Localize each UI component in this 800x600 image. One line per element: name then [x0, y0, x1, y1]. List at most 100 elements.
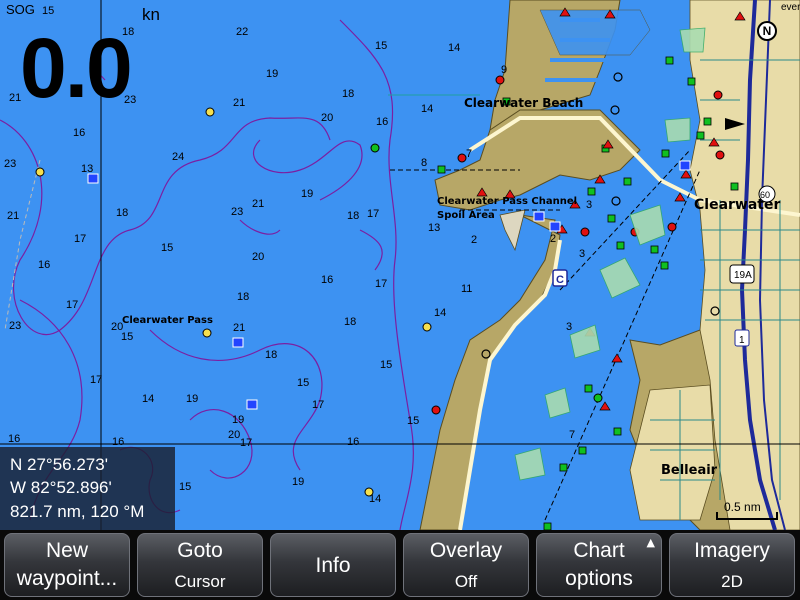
depth-sounding: 7: [569, 429, 575, 441]
depth-sounding: 17: [375, 278, 387, 290]
depth-sounding: 24: [172, 151, 184, 163]
overlay-line2: Off: [454, 572, 478, 591]
chart-options-button[interactable]: ▲ Chart options: [536, 533, 662, 597]
depth-sounding: 18: [116, 207, 128, 219]
imagery-line1: Imagery: [694, 539, 770, 562]
sog-unit: kn: [142, 5, 160, 24]
depth-sounding: 19: [292, 476, 304, 488]
new-waypoint-line1: New: [45, 539, 88, 562]
depth-sounding: 17: [66, 299, 78, 311]
cursor-position-panel: N 27°56.273' W 82°52.896' 821.7 nm, 120 …: [0, 447, 175, 530]
depth-sounding: 16: [376, 116, 388, 128]
depth-sounding: 9: [501, 64, 507, 76]
depth-sounding: 21: [233, 322, 245, 334]
depth-sounding: 20: [252, 251, 264, 263]
depth-sounding: 17: [367, 208, 379, 220]
road-shield-1: 1: [734, 329, 750, 347]
depth-sounding: 15: [407, 415, 419, 427]
depth-sounding: 16: [8, 433, 20, 445]
depth-sounding: 2: [471, 234, 477, 246]
depth-sounding: 16: [321, 274, 333, 286]
sog-label: SOG: [6, 2, 35, 17]
label-belleair: Belleair: [661, 463, 718, 478]
depth-sounding: 2: [550, 233, 556, 245]
marker-c: C: [552, 269, 568, 287]
depth-sounding: 16: [347, 436, 359, 448]
depth-sounding: 23: [9, 320, 21, 332]
soft-key-bar: New waypoint... Goto Cursor Info Overlay…: [0, 530, 800, 600]
depth-sounding: 3: [586, 199, 592, 211]
svg-text:C: C: [556, 274, 564, 286]
depth-sounding: 18: [347, 210, 359, 222]
depth-sounding: 17: [312, 399, 324, 411]
svg-text:1: 1: [739, 335, 745, 346]
sog-readout: SOG kn 0.0: [0, 0, 175, 115]
depth-sounding: 17: [74, 233, 86, 245]
chart-screen: 15 18 22 15 14 21 23 19 18 14 16 21 20 16 23 24 8 13 18 19 2…: [0, 0, 800, 600]
depth-sounding: 16: [38, 259, 50, 271]
depth-sounding: 14: [142, 393, 154, 405]
svg-text:19A: 19A: [734, 270, 752, 281]
depth-sounding: 20: [228, 429, 240, 441]
info-line1: Info: [315, 554, 351, 577]
scale-bar: 0.5 nm: [716, 500, 778, 522]
overlay-line1: Overlay: [429, 539, 503, 562]
depth-sounding: 14: [448, 42, 460, 54]
depth-sounding: 11: [461, 283, 472, 295]
depth-sounding: 21: [7, 210, 19, 222]
depth-sounding: 15: [161, 242, 173, 254]
depth-sounding: 13: [428, 222, 440, 234]
depth-sounding: 8: [421, 157, 427, 169]
new-waypoint-button[interactable]: New waypoint...: [4, 533, 130, 597]
goto-line1: Goto: [177, 539, 223, 562]
imagery-button[interactable]: Imagery 2D: [669, 533, 795, 597]
depth-sounding: 18: [344, 316, 356, 328]
depth-sounding: 20: [321, 112, 333, 124]
depth-sounding: 19: [232, 414, 244, 426]
depth-sounding: 17: [240, 437, 252, 449]
goto-cursor-button[interactable]: Goto Cursor: [137, 533, 263, 597]
cursor-longitude: W 82°52.896': [10, 478, 112, 497]
depth-sounding: 13: [81, 163, 93, 175]
cursor-latitude: N 27°56.273': [10, 455, 108, 474]
label-edge-text: ever: [781, 2, 800, 13]
label-clearwater-pass: Clearwater Pass: [122, 315, 213, 326]
depth-sounding: 23: [4, 158, 16, 170]
overlay-button[interactable]: Overlay Off: [403, 533, 529, 597]
depth-sounding: 21: [252, 198, 264, 210]
cursor-range-bearing: 821.7 nm, 120 °M: [10, 502, 145, 521]
new-waypoint-line2: waypoint...: [16, 567, 118, 590]
depth-sounding: 14: [421, 103, 433, 115]
depth-sounding: 21: [233, 97, 245, 109]
depth-sounding: 22: [236, 26, 248, 38]
depth-sounding: 3: [579, 248, 585, 260]
depth-sounding: 15: [380, 359, 392, 371]
depth-sounding: 15: [179, 481, 191, 493]
depth-sounding: 3: [566, 321, 572, 333]
chart-options-line2: options: [565, 567, 633, 590]
svg-text:60: 60: [760, 190, 770, 200]
label-clearwater-pass-channel: Clearwater Pass Channel: [437, 196, 577, 207]
depth-sounding: 23: [231, 206, 243, 218]
depth-sounding: 15: [375, 40, 387, 52]
depth-sounding: 15: [121, 331, 133, 343]
depth-sounding: 15: [297, 377, 309, 389]
depth-sounding: 19: [301, 188, 313, 200]
chart-options-line1: Chart: [573, 539, 625, 562]
north-indicator[interactable]: N: [757, 21, 777, 41]
label-spoil-area: Spoil Area: [437, 210, 495, 221]
depth-sounding: 19: [186, 393, 198, 405]
depth-sounding: 18: [265, 349, 277, 361]
sog-value: 0.0: [20, 21, 133, 115]
road-shield-19a: 19A: [729, 264, 755, 284]
depth-sounding: 14: [434, 307, 446, 319]
depth-sounding: 14: [369, 493, 381, 505]
info-button[interactable]: Info: [270, 533, 396, 597]
depth-sounding: 18: [342, 88, 354, 100]
label-clearwater-beach: Clearwater Beach: [464, 96, 583, 110]
depth-sounding: 18: [237, 291, 249, 303]
depth-sounding: 17: [90, 374, 102, 386]
depth-sounding: 16: [73, 127, 85, 139]
depth-sounding: 7: [466, 148, 472, 160]
scale-bar-graphic: [716, 512, 778, 520]
